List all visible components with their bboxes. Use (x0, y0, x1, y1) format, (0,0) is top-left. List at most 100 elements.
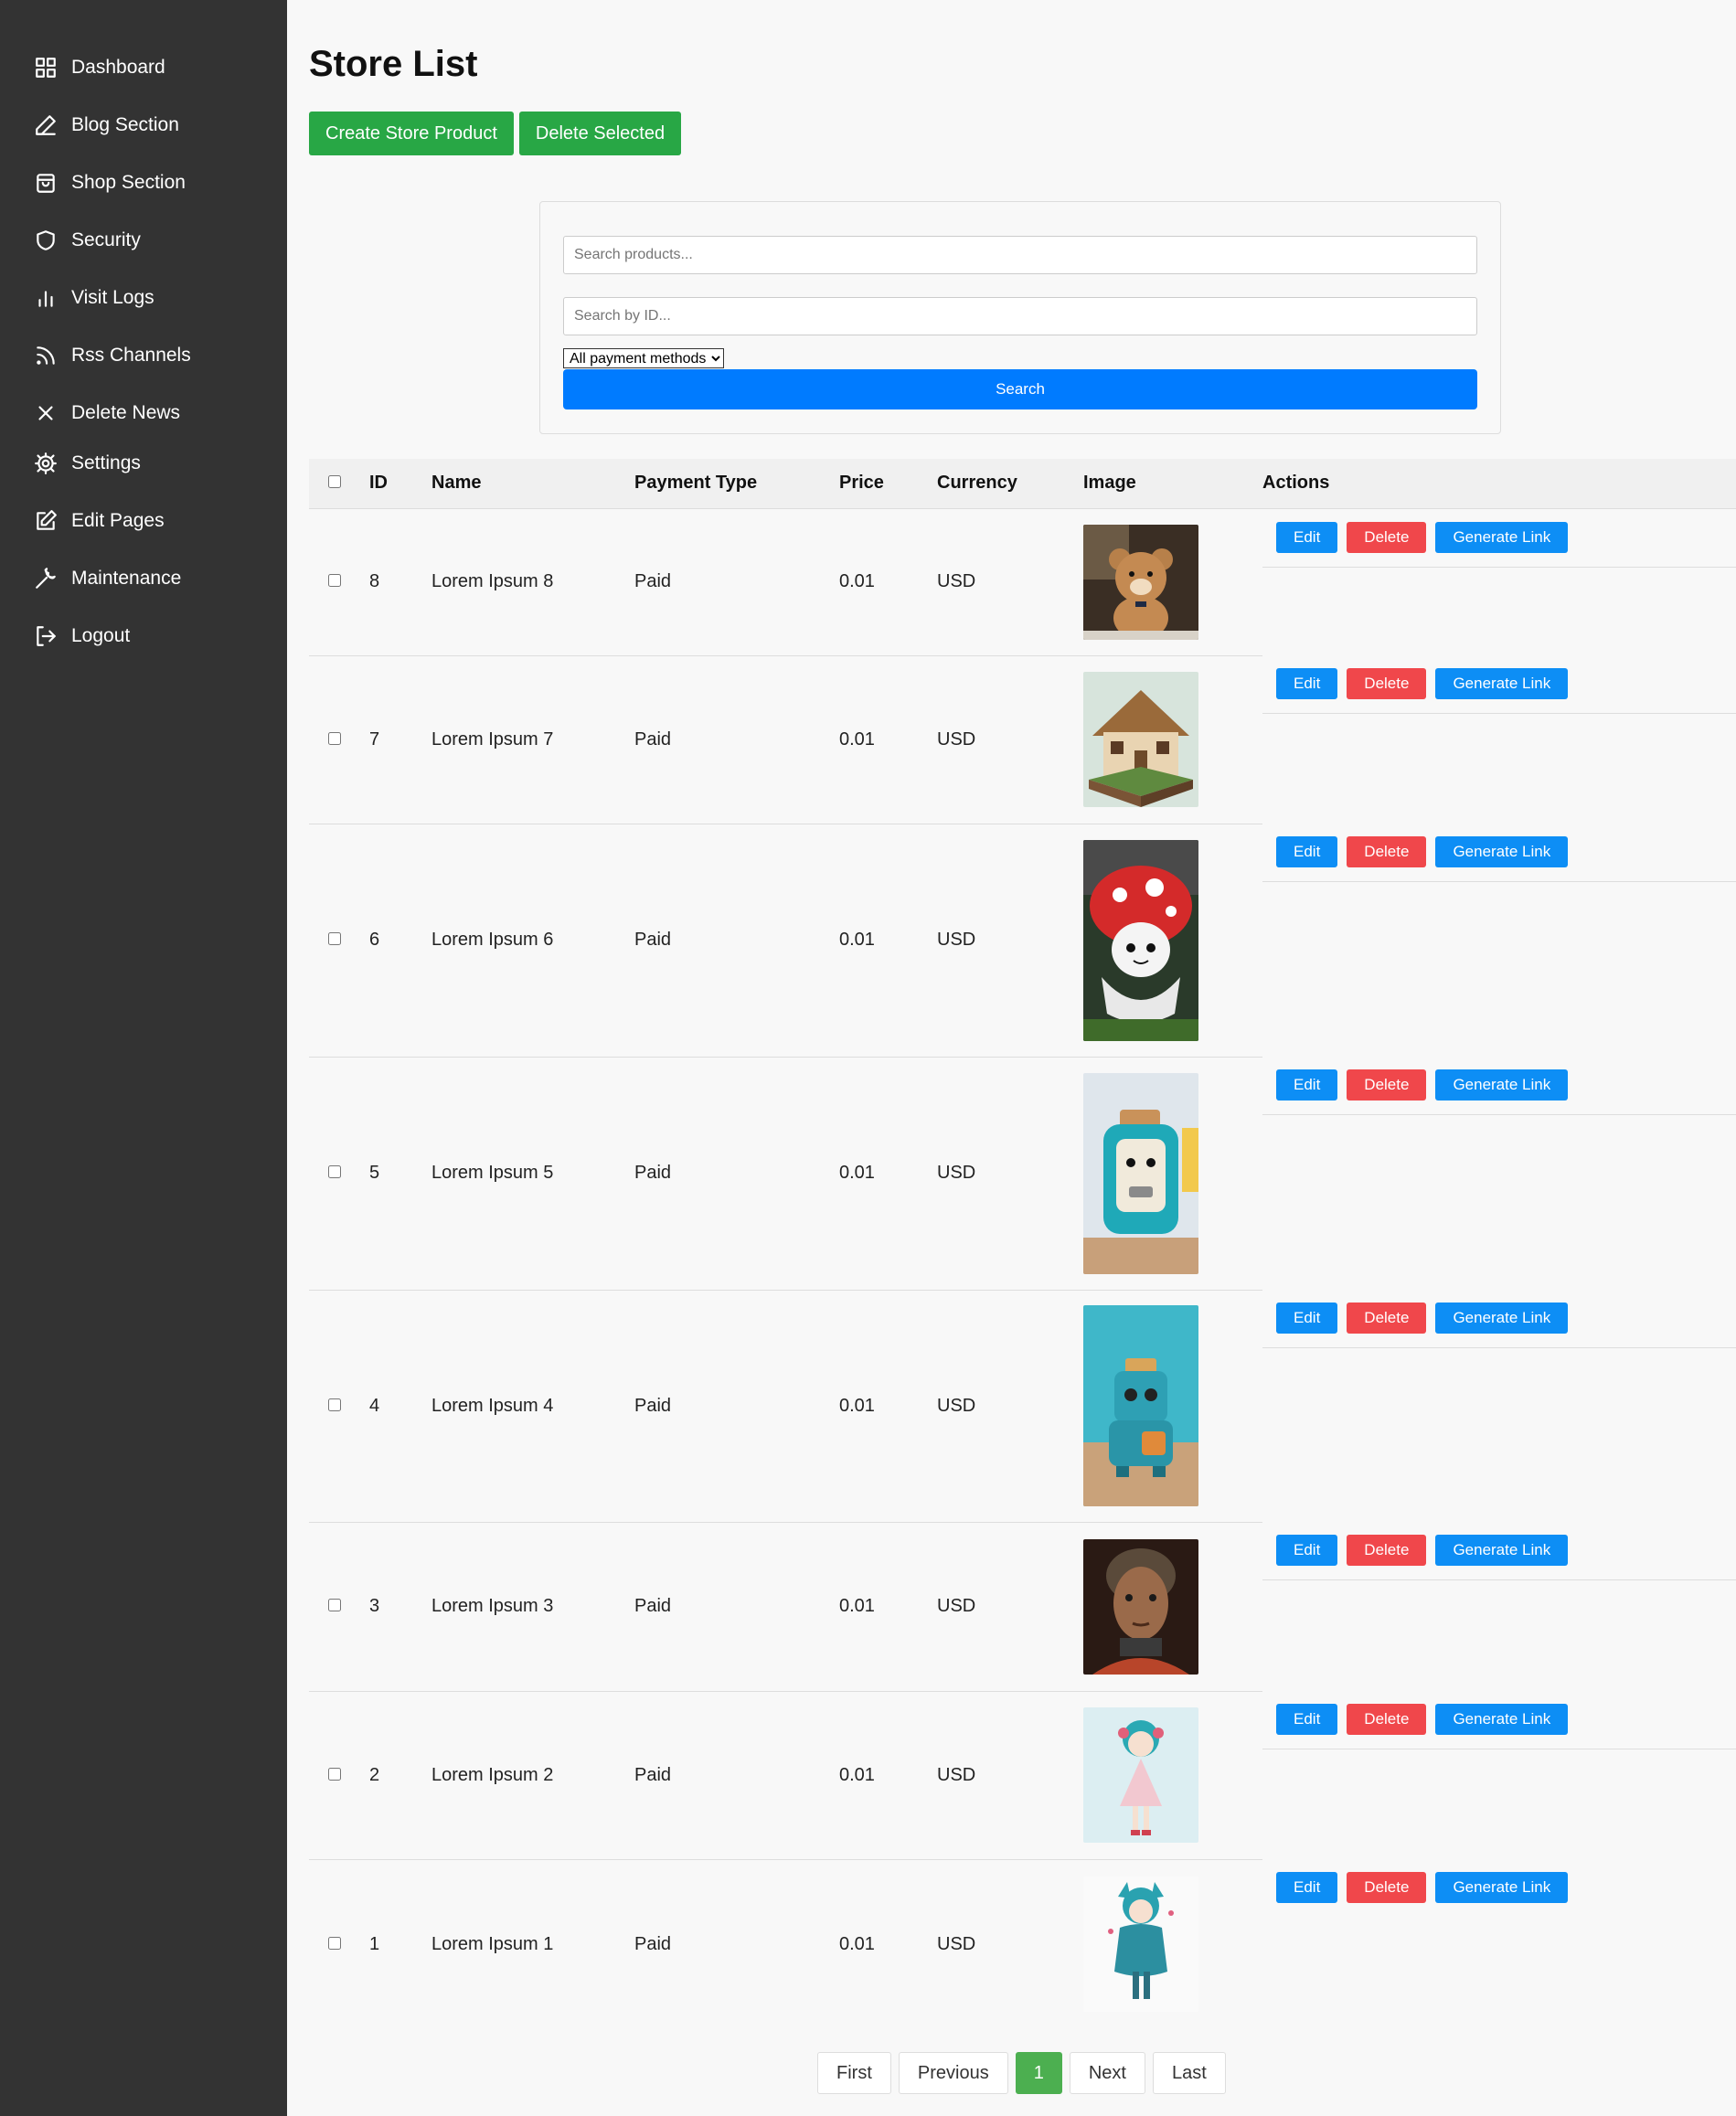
table-header-row: ID Name Payment Type Price Currency Imag… (309, 459, 1736, 509)
cottage-house-image (1083, 672, 1198, 807)
robot-toaster-image (1083, 1305, 1198, 1506)
generate-link-button[interactable]: Generate Link (1435, 1535, 1569, 1566)
row-select-cell (309, 1290, 369, 1523)
search-panel: All payment methods Search (539, 201, 1501, 434)
edit-button[interactable]: Edit (1276, 1303, 1338, 1334)
row-checkbox[interactable] (328, 1936, 341, 1950)
edit-button[interactable]: Edit (1276, 836, 1338, 867)
row-checkbox[interactable] (328, 1767, 341, 1781)
row-select-cell (309, 1522, 369, 1692)
sidebar-item-blog-section[interactable]: Blog Section (0, 103, 287, 147)
column-header-price: Price (839, 459, 937, 509)
delete-button[interactable]: Delete (1347, 1303, 1427, 1334)
sidebar-item-label: Blog Section (71, 114, 179, 135)
generate-link-button[interactable]: Generate Link (1435, 836, 1569, 867)
cell-payment: Paid (634, 1057, 839, 1291)
edit-button[interactable]: Edit (1276, 668, 1338, 699)
sidebar-item-edit-pages[interactable]: Edit Pages (0, 499, 287, 543)
generate-link-button[interactable]: Generate Link (1435, 521, 1569, 553)
edit-button[interactable]: Edit (1276, 1872, 1338, 1903)
cell-name: Lorem Ipsum 1 (431, 1933, 554, 1954)
cell-currency: USD (937, 1522, 1083, 1692)
toolbar: Create Store Product Delete Selected (309, 112, 682, 155)
create-store-product-button[interactable]: Create Store Product (309, 112, 514, 155)
cell-id: 5 (369, 1057, 431, 1291)
payment-method-select[interactable]: All payment methods (563, 348, 724, 368)
cell-payment: Paid (634, 655, 839, 824)
search-button[interactable]: Search (563, 369, 1477, 409)
generate-link-button[interactable]: Generate Link (1435, 1872, 1569, 1903)
select-all-checkbox[interactable] (328, 475, 341, 489)
anime-figure-image (1083, 1877, 1198, 2013)
cell-id: 4 (369, 1290, 431, 1523)
mushroom-character-image (1083, 839, 1198, 1041)
row-checkbox[interactable] (328, 731, 341, 745)
actions-group: Edit Delete Generate Link (1262, 824, 1736, 882)
cell-actions: Edit Delete Generate Link (1262, 1691, 1736, 1859)
sidebar-item-shop-section[interactable]: Shop Section (0, 161, 287, 205)
cell-id: 8 (369, 508, 431, 656)
sidebar-item-visit-logs[interactable]: Visit Logs (0, 276, 287, 320)
last-page-button[interactable]: Last (1152, 2052, 1226, 2094)
edit-button[interactable]: Edit (1276, 1069, 1338, 1101)
delete-button[interactable]: Delete (1347, 836, 1427, 867)
cell-actions: Edit Delete Generate Link (1262, 1057, 1736, 1290)
delete-button[interactable]: Delete (1347, 1069, 1427, 1101)
sidebar: Dashboard Blog Section Shop Section Secu… (0, 0, 287, 2116)
anime-girl-image (1083, 1707, 1198, 1843)
delete-button[interactable]: Delete (1347, 1535, 1427, 1566)
delete-button[interactable]: Delete (1347, 1872, 1427, 1903)
rss-icon (33, 343, 59, 368)
actions-group: Edit Delete Generate Link (1262, 1859, 1736, 1918)
delete-button[interactable]: Delete (1347, 1704, 1427, 1735)
delete-selected-button[interactable]: Delete Selected (518, 112, 682, 155)
actions-group: Edit Delete Generate Link (1262, 655, 1736, 714)
sidebar-item-delete-news[interactable]: Delete News (0, 391, 287, 435)
sidebar-item-settings[interactable]: Settings (0, 441, 287, 485)
sidebar-item-maintenance[interactable]: Maintenance (0, 557, 287, 601)
cell-image (1083, 1691, 1262, 1860)
table-row: 4 Lorem Ipsum 4 Paid 0.01 USD Edit Delet… (309, 1290, 1736, 1523)
first-page-button[interactable]: First (817, 2052, 891, 2094)
edit-button[interactable]: Edit (1276, 1535, 1338, 1566)
cell-price: 0.01 (839, 824, 937, 1058)
generate-link-button[interactable]: Generate Link (1435, 1704, 1569, 1735)
edit-button[interactable]: Edit (1276, 1704, 1338, 1735)
cell-payment: Paid (634, 824, 839, 1058)
cell-name: Lorem Ipsum 6 (431, 824, 634, 1058)
generate-link-button[interactable]: Generate Link (1435, 1303, 1569, 1334)
sidebar-item-logout[interactable]: Logout (0, 614, 287, 658)
actions-group: Edit Delete Generate Link (1262, 509, 1736, 568)
teddy-bear-image (1083, 524, 1198, 640)
cell-currency: USD (937, 1933, 976, 1954)
current-page-button[interactable]: 1 (1015, 2052, 1062, 2094)
sidebar-item-label: Security (71, 229, 141, 250)
search-products-input[interactable] (563, 236, 1477, 274)
cell-currency: USD (937, 824, 1083, 1058)
row-checkbox[interactable] (328, 1599, 341, 1611)
row-select-cell (309, 1691, 369, 1860)
sidebar-item-label: Delete News (71, 402, 181, 423)
cell-price: 0.01 (839, 1290, 937, 1523)
delete-button[interactable]: Delete (1347, 521, 1427, 553)
row-checkbox[interactable] (328, 1398, 341, 1411)
generate-link-button[interactable]: Generate Link (1435, 1069, 1569, 1101)
next-page-button[interactable]: Next (1069, 2052, 1145, 2094)
edit-button[interactable]: Edit (1276, 521, 1338, 553)
sidebar-item-dashboard[interactable]: Dashboard (0, 46, 287, 90)
cell-name: Lorem Ipsum 3 (431, 1522, 634, 1692)
row-select-cell (309, 655, 369, 824)
previous-page-button[interactable]: Previous (898, 2052, 1008, 2094)
sidebar-item-label: Maintenance (71, 568, 182, 589)
row-checkbox[interactable] (328, 1165, 341, 1178)
close-icon (33, 400, 59, 426)
sidebar-item-security[interactable]: Security (0, 218, 287, 262)
delete-button[interactable]: Delete (1347, 668, 1427, 699)
row-checkbox[interactable] (328, 932, 341, 945)
grid-icon (33, 55, 59, 80)
search-id-input[interactable] (563, 297, 1477, 335)
sidebar-item-rss-channels[interactable]: Rss Channels (0, 334, 287, 377)
generate-link-button[interactable]: Generate Link (1435, 668, 1569, 699)
row-checkbox[interactable] (328, 574, 341, 587)
shopping-bag-icon (33, 170, 59, 196)
